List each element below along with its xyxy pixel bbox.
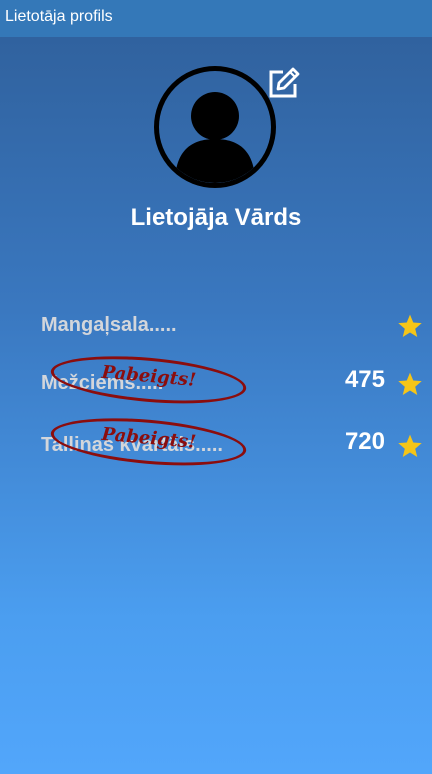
star-icon: [398, 434, 422, 458]
star-icon: [398, 372, 422, 396]
route-score: 720: [344, 428, 385, 455]
edit-profile-button[interactable]: [266, 65, 302, 101]
star-icon: [398, 314, 422, 338]
person-icon: [175, 92, 255, 183]
title-bar: Lietotāja profils: [0, 0, 432, 37]
window-title: Lietotāja profils: [5, 8, 113, 25]
user-name: Lietojāja Vārds: [130, 204, 302, 231]
edit-icon: [269, 67, 300, 98]
avatar: [154, 66, 276, 188]
route-row-mangalsala[interactable]: Mangaļsala.....: [0, 300, 432, 350]
route-name: Mangaļsala.....: [41, 314, 177, 336]
route-row-tallinas-kvartals[interactable]: Tallinas kvartāls..... Pabeigts! 720: [0, 411, 432, 473]
completed-stamp: Pabeigts!: [48, 349, 252, 422]
route-row-mezciems[interactable]: Mežciems..... Pabeigts! 475: [0, 349, 432, 411]
completed-stamp: Pabeigts!: [48, 411, 252, 484]
route-score: 475: [344, 366, 385, 393]
